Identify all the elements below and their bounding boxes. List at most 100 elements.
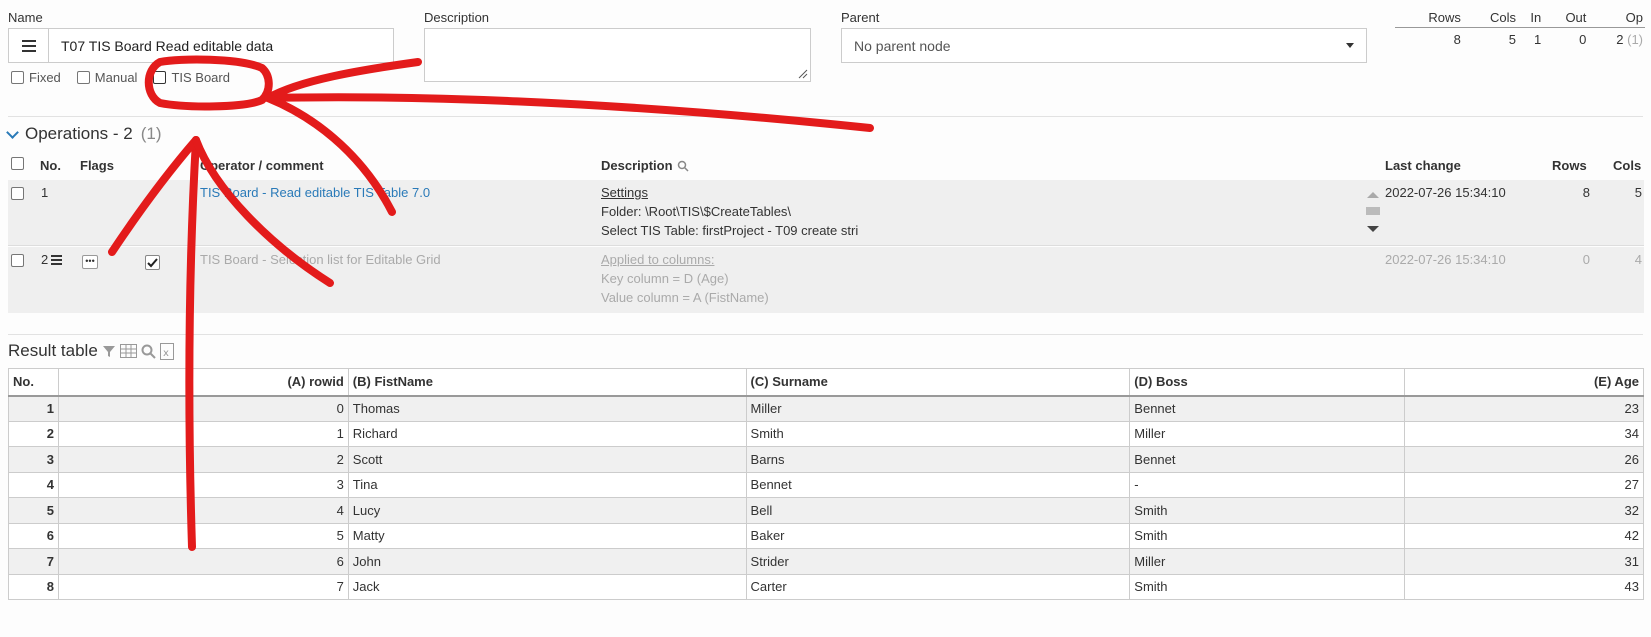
table-cell[interactable]: 2 <box>8 420 59 447</box>
stats-in: 1 <box>1534 32 1542 47</box>
name-label: Name <box>8 10 43 25</box>
parent-value: No parent node <box>854 37 951 54</box>
col-header-c[interactable]: (C) Surname <box>745 368 1131 397</box>
menu-lines-icon[interactable] <box>9 29 49 62</box>
operation-link[interactable]: TIS Board - Read editable TIS Table 7.0 <box>200 185 430 200</box>
table-cell[interactable]: 27 <box>1404 471 1644 498</box>
fixed-checkbox[interactable]: Fixed <box>11 70 61 85</box>
table-cell[interactable]: Strider <box>745 548 1131 575</box>
manual-checkbox[interactable]: Manual <box>76 70 137 85</box>
table-cell[interactable]: Matty <box>347 522 747 549</box>
select-all-checkbox[interactable] <box>11 157 24 170</box>
scroll-control[interactable] <box>1363 190 1383 235</box>
table-cell[interactable]: Thomas <box>347 395 747 422</box>
table-cell[interactable]: Jack <box>347 573 747 600</box>
table-cell[interactable]: Tina <box>347 471 747 498</box>
table-row[interactable]: 3 2 Scott Barns Bennet 26 <box>8 446 1644 473</box>
col-header-d[interactable]: (D) Boss <box>1129 368 1406 397</box>
operations-header[interactable]: Operations - 2 (1) <box>6 124 162 144</box>
table-cell[interactable]: Smith <box>1129 573 1406 600</box>
table-cell[interactable]: 6 <box>57 548 349 575</box>
table-cell[interactable]: - <box>1129 471 1406 498</box>
chevron-down-icon[interactable] <box>6 125 19 139</box>
op-cols: 4 <box>1634 252 1642 267</box>
table-cell[interactable]: 5 <box>57 522 349 549</box>
table-cell[interactable]: Miller <box>745 395 1131 422</box>
table-cell[interactable]: Miller <box>1129 420 1406 447</box>
table-cell[interactable]: 5 <box>8 497 59 524</box>
col-cols-header: Cols <box>1613 158 1642 173</box>
drag-handle-icon[interactable] <box>51 254 63 265</box>
col-rows-header: Rows <box>1552 158 1587 173</box>
more-options-icon[interactable]: ••• <box>82 255 98 269</box>
checkbox-icon[interactable] <box>76 71 90 84</box>
table-cell[interactable]: 42 <box>1404 522 1644 549</box>
table-row[interactable]: 5 4 Lucy Bell Smith 32 <box>8 497 1644 524</box>
table-cell[interactable]: Miller <box>1129 548 1406 575</box>
table-cell[interactable]: 26 <box>1404 446 1644 473</box>
name-value[interactable]: T07 TIS Board Read editable data <box>49 38 273 54</box>
col-header-a[interactable]: (A) rowid <box>57 368 349 397</box>
table-cell[interactable]: John <box>347 548 747 575</box>
table-cell[interactable]: 4 <box>57 497 349 524</box>
table-cell[interactable]: 3 <box>57 471 349 498</box>
table-cell[interactable]: 23 <box>1404 395 1644 422</box>
table-cell[interactable]: 43 <box>1404 573 1644 600</box>
grid-icon[interactable] <box>119 344 137 358</box>
row-checkbox[interactable] <box>11 254 24 267</box>
parent-select[interactable]: No parent node <box>841 28 1367 63</box>
col-header-e[interactable]: (E) Age <box>1404 368 1644 397</box>
name-field[interactable]: T07 TIS Board Read editable data <box>8 28 394 63</box>
check-flag-icon[interactable] <box>145 255 160 270</box>
tis-board-checkbox[interactable]: TIS Board <box>153 70 230 85</box>
table-row[interactable]: 8 7 Jack Carter Smith 43 <box>8 573 1644 600</box>
operation-no: 1 <box>41 185 49 200</box>
filter-icon[interactable] <box>102 344 116 358</box>
table-cell[interactable]: Smith <box>745 420 1131 447</box>
table-cell[interactable]: Smith <box>1129 522 1406 549</box>
table-cell[interactable]: 31 <box>1404 548 1644 575</box>
col-last-change-header: Last change <box>1385 158 1461 173</box>
table-row[interactable]: 1 0 Thomas Miller Bennet 23 <box>8 395 1644 422</box>
table-row[interactable]: 7 6 John Strider Miller 31 <box>8 548 1644 575</box>
table-cell[interactable]: 7 <box>57 573 349 600</box>
table-cell[interactable]: 2 <box>57 446 349 473</box>
table-cell[interactable]: Bennet <box>1129 446 1406 473</box>
table-cell[interactable]: Lucy <box>347 497 747 524</box>
table-cell[interactable]: 7 <box>8 548 59 575</box>
table-cell[interactable]: 1 <box>8 395 59 422</box>
stats-rows-header: Rows <box>1395 10 1463 28</box>
checkbox-icon[interactable] <box>11 71 24 84</box>
col-header-b[interactable]: (B) FistName <box>347 368 747 397</box>
table-cell[interactable]: 8 <box>8 573 59 600</box>
table-cell[interactable]: Baker <box>745 522 1131 549</box>
zoom-icon[interactable] <box>677 160 689 172</box>
table-cell[interactable]: 32 <box>1404 497 1644 524</box>
table-row[interactable]: 6 5 Matty Baker Smith 42 <box>8 522 1644 549</box>
table-cell[interactable]: Barns <box>745 446 1131 473</box>
operation-link[interactable]: TIS Board - Selection list for Editable … <box>200 252 441 267</box>
excel-icon[interactable]: x <box>159 342 174 360</box>
table-cell[interactable]: 1 <box>57 420 349 447</box>
chevron-down-icon[interactable] <box>1346 43 1354 48</box>
table-cell[interactable]: Scott <box>347 446 747 473</box>
table-cell[interactable]: Richard <box>347 420 747 447</box>
table-row[interactable]: 4 3 Tina Bennet -27 <box>8 471 1644 498</box>
table-cell[interactable]: 3 <box>8 446 59 473</box>
table-cell[interactable]: Bennet <box>745 471 1131 498</box>
table-cell[interactable]: Smith <box>1129 497 1406 524</box>
table-cell[interactable]: 6 <box>8 522 59 549</box>
table-row[interactable]: 2 1 Richard Smith Miller 34 <box>8 420 1644 447</box>
description-field[interactable] <box>424 28 811 82</box>
row-checkbox[interactable] <box>11 187 24 200</box>
table-cell[interactable]: Carter <box>745 573 1131 600</box>
table-cell[interactable]: 4 <box>8 471 59 498</box>
table-cell[interactable]: 34 <box>1404 420 1644 447</box>
table-cell[interactable]: 0 <box>57 395 349 422</box>
table-cell[interactable]: Bennet <box>1129 395 1406 422</box>
zoom-icon[interactable] <box>141 344 156 359</box>
checkbox-icon[interactable] <box>153 71 167 84</box>
col-header-no[interactable]: No. <box>8 368 59 397</box>
resize-grip-icon[interactable] <box>798 69 808 79</box>
table-cell[interactable]: Bell <box>745 497 1131 524</box>
